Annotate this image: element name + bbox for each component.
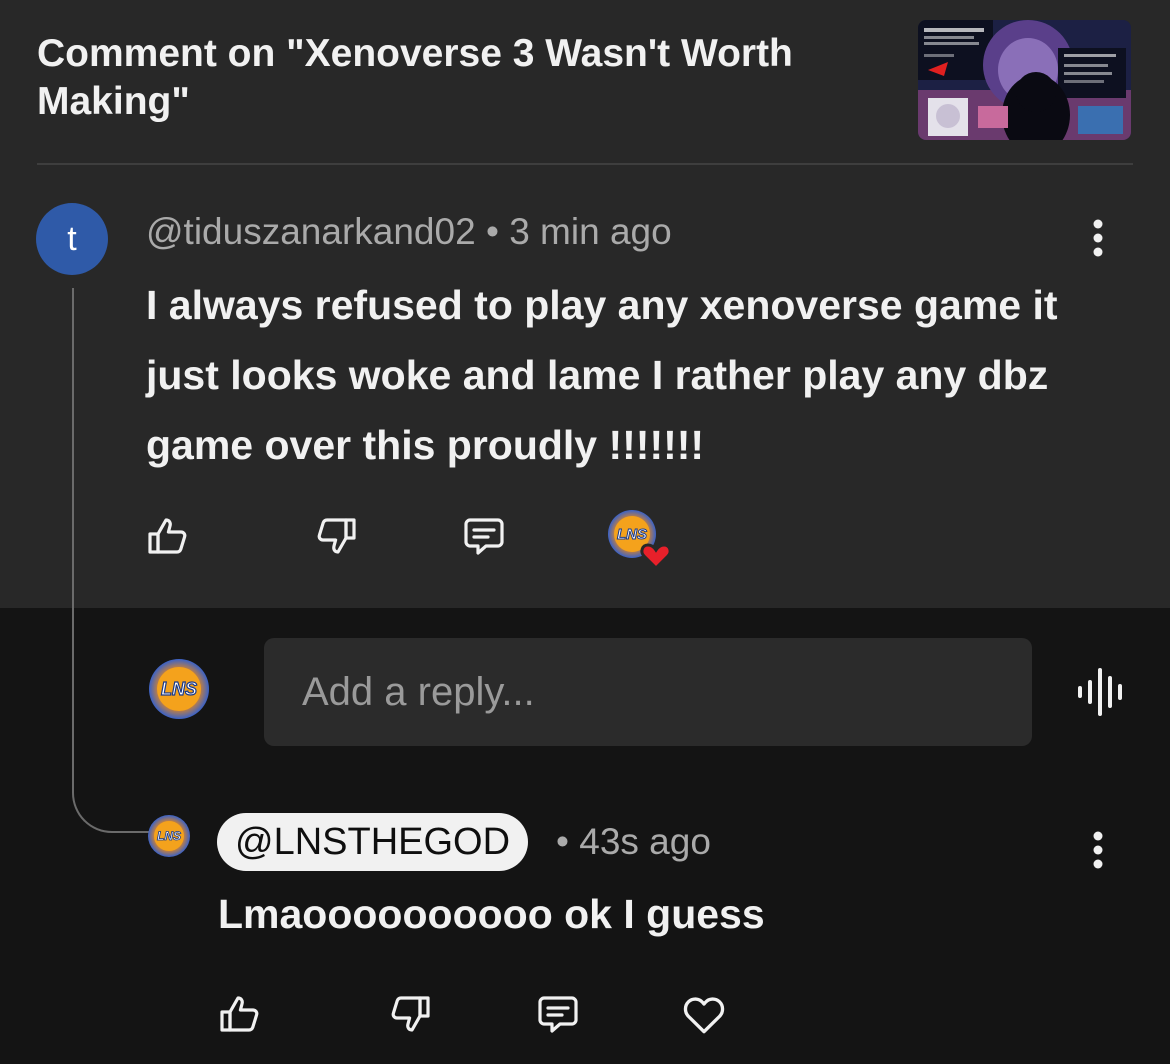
header-divider bbox=[37, 163, 1133, 165]
thread-line bbox=[72, 288, 74, 788]
thumbs-up-icon bbox=[220, 996, 259, 1032]
reply-text: Lmaoooooooooo ok I guess bbox=[218, 891, 765, 937]
thumbs-up-icon bbox=[148, 518, 187, 554]
comment-author[interactable]: @tiduszanarkand02 bbox=[146, 211, 476, 252]
meta-separator: • bbox=[556, 821, 569, 862]
comment-time: 3 min ago bbox=[509, 211, 672, 252]
voice-input-button[interactable] bbox=[1070, 662, 1130, 722]
reply-author-avatar[interactable]: LNS bbox=[147, 814, 191, 858]
like-button[interactable] bbox=[138, 506, 198, 566]
commenter-avatar[interactable]: t bbox=[36, 203, 108, 275]
comment-icon bbox=[538, 996, 578, 1033]
reply-author-badge[interactable]: @LNSTHEGOD bbox=[217, 813, 529, 871]
parent-comment-panel: Comment on "Xenoverse 3 Wasn't Worth Mak… bbox=[0, 0, 1170, 608]
thread-line-branch bbox=[72, 778, 152, 833]
video-thumbnail[interactable] bbox=[918, 20, 1131, 140]
reply-like-button[interactable] bbox=[210, 984, 270, 1044]
thumbs-down-icon bbox=[317, 518, 356, 554]
thumbs-down-icon bbox=[391, 996, 430, 1032]
reply-heart-button[interactable] bbox=[674, 984, 734, 1044]
reply-input[interactable] bbox=[264, 638, 1032, 746]
more-vertical-icon[interactable] bbox=[1078, 822, 1118, 878]
creator-heart-badge: LNS bbox=[604, 506, 678, 572]
reply-dislike-button[interactable] bbox=[380, 984, 440, 1044]
heart-icon bbox=[683, 997, 725, 1034]
comment-thread-page: Comment on "Xenoverse 3 Wasn't Worth Mak… bbox=[0, 0, 1170, 1064]
comment-icon bbox=[464, 518, 504, 555]
page-title: Comment on "Xenoverse 3 Wasn't Worth Mak… bbox=[37, 32, 793, 123]
voice-search-icon bbox=[1078, 668, 1122, 716]
more-vertical-icon[interactable] bbox=[1078, 210, 1118, 266]
reply-button[interactable] bbox=[454, 506, 514, 566]
comment-text: I always refused to play any xenoverse g… bbox=[146, 282, 1058, 468]
dislike-button[interactable] bbox=[306, 506, 366, 566]
heart-icon bbox=[640, 543, 672, 571]
meta-separator: • bbox=[485, 211, 499, 252]
channel-logo-text: LNS bbox=[161, 679, 197, 699]
current-user-avatar[interactable]: LNS bbox=[148, 658, 210, 720]
reply-reply-button[interactable] bbox=[528, 984, 588, 1044]
comment-meta: @tiduszanarkand02 • 3 min ago bbox=[146, 210, 672, 254]
channel-logo-text: LNS bbox=[617, 526, 647, 543]
reply-meta: • 43s ago bbox=[556, 820, 711, 864]
reply-time: 43s ago bbox=[579, 821, 711, 862]
channel-logo-text: LNS bbox=[157, 829, 181, 843]
